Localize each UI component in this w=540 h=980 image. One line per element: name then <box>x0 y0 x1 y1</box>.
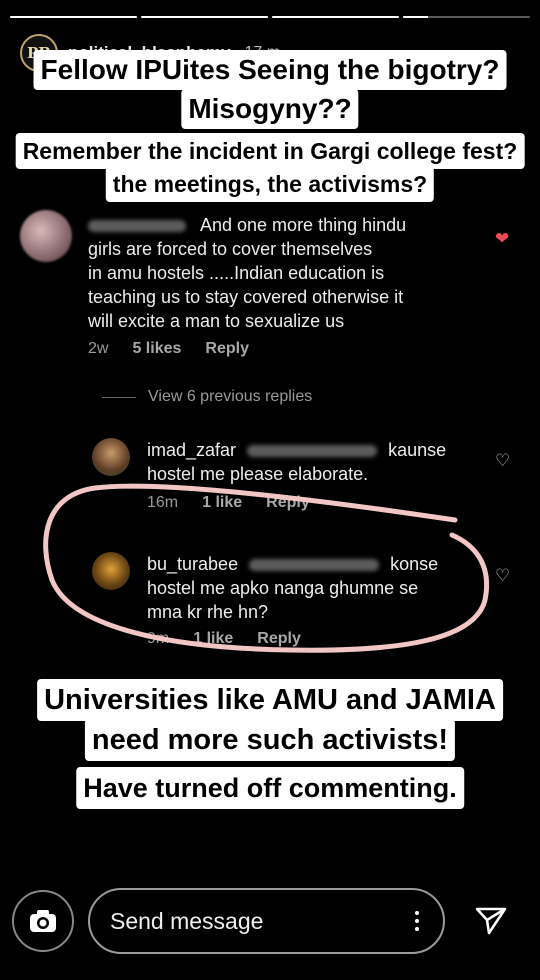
reply-avatar <box>92 438 130 476</box>
divider-line <box>102 396 136 398</box>
reply-avatar <box>92 552 130 590</box>
comment-meta: 2w 5 likes Reply <box>88 340 273 358</box>
more-options-icon[interactable] <box>415 911 419 931</box>
caption-text: need more such activists! <box>84 719 456 761</box>
story-progress-bar <box>10 16 530 18</box>
send-message-placeholder[interactable]: Send message <box>110 908 263 935</box>
caption-text: the meetings, the activisms? <box>105 166 435 202</box>
reply-username[interactable]: imad_zafar <box>147 440 236 460</box>
camera-button[interactable] <box>12 890 74 952</box>
comment-time: 2w <box>88 340 109 357</box>
caption-text: Fellow IPUites Seeing the bigotry? <box>33 50 507 90</box>
caption-text: Have turned off commenting. <box>76 767 464 809</box>
reply-link[interactable]: Reply <box>205 340 249 357</box>
camera-icon <box>30 910 56 932</box>
caption-text: Remember the incident in Gargi college f… <box>15 133 525 169</box>
progress-segment <box>141 16 268 18</box>
comment-likes[interactable]: 5 likes <box>132 340 181 357</box>
progress-segment <box>272 16 399 18</box>
caption-text: Misogyny?? <box>181 89 359 129</box>
caption-text: Universities like AMU and JAMIA <box>37 679 503 721</box>
liked-heart-icon[interactable]: ❤ <box>495 229 509 249</box>
view-previous-replies[interactable]: View 6 previous replies <box>102 388 312 406</box>
reply-username[interactable]: bu_turabee <box>147 554 238 574</box>
send-icon[interactable] <box>474 906 508 936</box>
reply-meta: 16m 1 like Reply <box>147 494 310 511</box>
reply-text: bu_turabee konse hostel me apko nanga gh… <box>147 554 439 622</box>
heart-outline-icon[interactable]: ♡ <box>495 451 510 471</box>
reply-meta: 9m 1 like Reply <box>147 630 301 647</box>
reply-text: imad_zafar kaunse hostel me please elabo… <box>147 440 447 484</box>
comment-text: And one more thing hindu girls are force… <box>88 215 407 331</box>
commenter-avatar <box>20 210 72 262</box>
progress-segment <box>403 16 530 18</box>
redacted-username <box>88 220 186 233</box>
progress-segment <box>10 16 137 18</box>
redacted-mention <box>249 559 380 572</box>
redacted-mention <box>247 445 378 458</box>
heart-outline-icon[interactable]: ♡ <box>495 566 510 586</box>
send-message-input[interactable]: Send message <box>88 888 445 954</box>
